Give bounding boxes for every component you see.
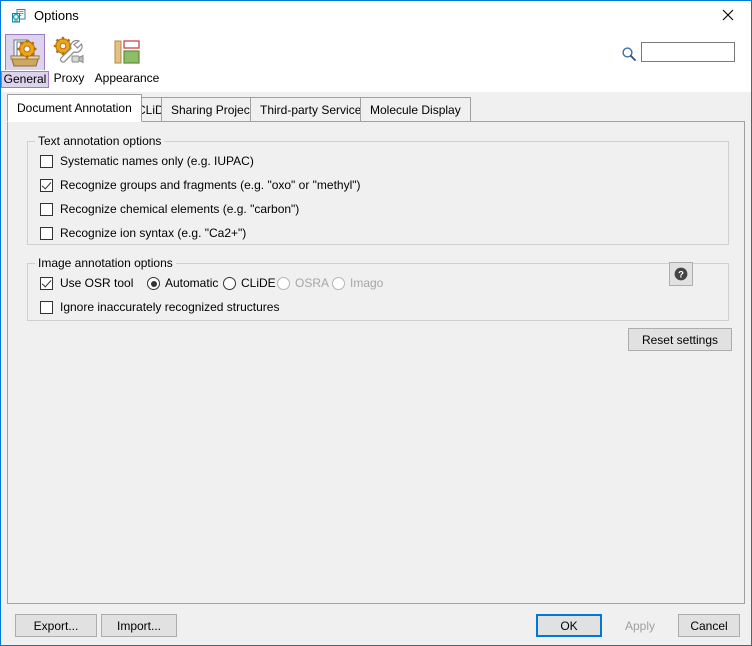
radio-osra-label: OSRA bbox=[295, 276, 330, 290]
proxy-gear-wrench-icon bbox=[49, 34, 89, 70]
checkbox-recognize-ion-syntax-label: Recognize ion syntax (e.g. "Ca2+") bbox=[60, 226, 247, 240]
window-title: Options bbox=[34, 8, 79, 23]
tab-sharing-projects-label: Sharing Projects bbox=[171, 102, 260, 117]
options-document-icon bbox=[11, 8, 27, 24]
checkbox-recognize-ion-syntax[interactable]: Recognize ion syntax (e.g. "Ca2+") bbox=[40, 226, 246, 241]
checkbox-recognize-ion-syntax-box bbox=[40, 227, 53, 240]
radio-osra: OSRA bbox=[277, 276, 329, 291]
appearance-layout-icon bbox=[107, 34, 147, 70]
checkbox-systematic-names-box bbox=[40, 155, 53, 168]
toolbar-item-general[interactable]: General bbox=[0, 32, 50, 90]
svg-text:?: ? bbox=[678, 270, 684, 281]
reset-settings-button[interactable]: Reset settings bbox=[628, 328, 732, 351]
radio-automatic-label: Automatic bbox=[165, 276, 219, 290]
tab-third-party-services-label: Third-party Services bbox=[260, 102, 368, 117]
search-icon bbox=[621, 46, 637, 62]
import-button-label: Import... bbox=[116, 618, 161, 633]
title-bar: Options bbox=[1, 1, 751, 31]
close-button[interactable] bbox=[705, 1, 751, 29]
reset-settings-button-label: Reset settings bbox=[641, 332, 719, 347]
export-button-label: Export... bbox=[33, 618, 79, 633]
image-annotation-group: Image annotation options Use OSR tool Au… bbox=[27, 256, 729, 321]
checkbox-recognize-elements[interactable]: Recognize chemical elements (e.g. "carbo… bbox=[40, 202, 299, 217]
radio-imago-box bbox=[332, 277, 345, 290]
checkbox-recognize-groups-box bbox=[40, 179, 53, 192]
checkbox-systematic-names[interactable]: Systematic names only (e.g. IUPAC) bbox=[40, 154, 254, 169]
tab-strip: Document Annotation CLiDE Sharing Projec… bbox=[1, 92, 751, 122]
search-area bbox=[613, 30, 743, 92]
text-annotation-group: Text annotation options Systematic names… bbox=[27, 134, 729, 245]
checkbox-ignore-inaccurate[interactable]: Ignore inaccurately recognized structure… bbox=[40, 300, 279, 315]
tab-document-annotation[interactable]: Document Annotation bbox=[7, 94, 142, 122]
radio-osra-box bbox=[277, 277, 290, 290]
search-input[interactable] bbox=[641, 42, 735, 62]
checkbox-systematic-names-label: Systematic names only (e.g. IUPAC) bbox=[60, 154, 254, 168]
radio-automatic[interactable]: Automatic bbox=[147, 276, 218, 291]
radio-clide[interactable]: CLiDE bbox=[223, 276, 276, 291]
tab-third-party-services[interactable]: Third-party Services bbox=[250, 97, 378, 122]
tab-molecule-display-label: Molecule Display bbox=[370, 102, 461, 117]
import-button[interactable]: Import... bbox=[101, 614, 177, 637]
help-button[interactable]: ? bbox=[669, 262, 693, 286]
ok-button[interactable]: OK bbox=[536, 614, 602, 637]
radio-imago-label: Imago bbox=[350, 276, 384, 290]
checkbox-use-osr-tool-box bbox=[40, 277, 53, 290]
tab-document-annotation-label: Document Annotation bbox=[17, 101, 132, 115]
tab-molecule-display[interactable]: Molecule Display bbox=[360, 97, 471, 122]
checkbox-ignore-inaccurate-label: Ignore inaccurately recognized structure… bbox=[60, 300, 280, 314]
toolbar-item-appearance[interactable]: Appearance bbox=[91, 32, 163, 90]
toolbar-item-proxy[interactable]: Proxy bbox=[47, 32, 91, 90]
general-folder-gear-icon bbox=[5, 34, 45, 70]
radio-imago: Imago bbox=[332, 276, 383, 291]
toolbar-item-general-label: General bbox=[0, 71, 50, 88]
cancel-button-label: Cancel bbox=[690, 618, 728, 633]
export-button[interactable]: Export... bbox=[15, 614, 97, 637]
image-annotation-group-title: Image annotation options bbox=[35, 256, 176, 271]
help-question-icon: ? bbox=[674, 267, 688, 281]
options-dialog-window: Options General Proxy Appearance Documen… bbox=[0, 0, 752, 646]
footer-button-bar: Export... Import... OK Apply Cancel bbox=[1, 604, 751, 645]
checkbox-ignore-inaccurate-box bbox=[40, 301, 53, 314]
radio-clide-box bbox=[223, 277, 236, 290]
checkbox-recognize-groups[interactable]: Recognize groups and fragments (e.g. "ox… bbox=[40, 178, 361, 193]
apply-button-label: Apply bbox=[624, 618, 656, 633]
radio-clide-label: CLiDE bbox=[241, 276, 276, 290]
apply-button: Apply bbox=[607, 614, 673, 637]
ok-button-label: OK bbox=[560, 618, 578, 633]
radio-automatic-box bbox=[147, 277, 160, 290]
close-icon bbox=[722, 9, 734, 21]
toolbar-item-proxy-label: Proxy bbox=[53, 71, 85, 85]
checkbox-recognize-elements-label: Recognize chemical elements (e.g. "carbo… bbox=[60, 202, 300, 216]
toolbar-item-appearance-label: Appearance bbox=[94, 71, 160, 85]
checkbox-use-osr-tool-label: Use OSR tool bbox=[60, 276, 134, 290]
tab-content-panel: Text annotation options Systematic names… bbox=[7, 121, 745, 604]
cancel-button[interactable]: Cancel bbox=[678, 614, 740, 637]
checkbox-use-osr-tool[interactable]: Use OSR tool bbox=[40, 276, 133, 291]
text-annotation-group-title: Text annotation options bbox=[35, 134, 165, 149]
checkbox-recognize-groups-label: Recognize groups and fragments (e.g. "ox… bbox=[60, 178, 361, 192]
checkbox-recognize-elements-box bbox=[40, 203, 53, 216]
